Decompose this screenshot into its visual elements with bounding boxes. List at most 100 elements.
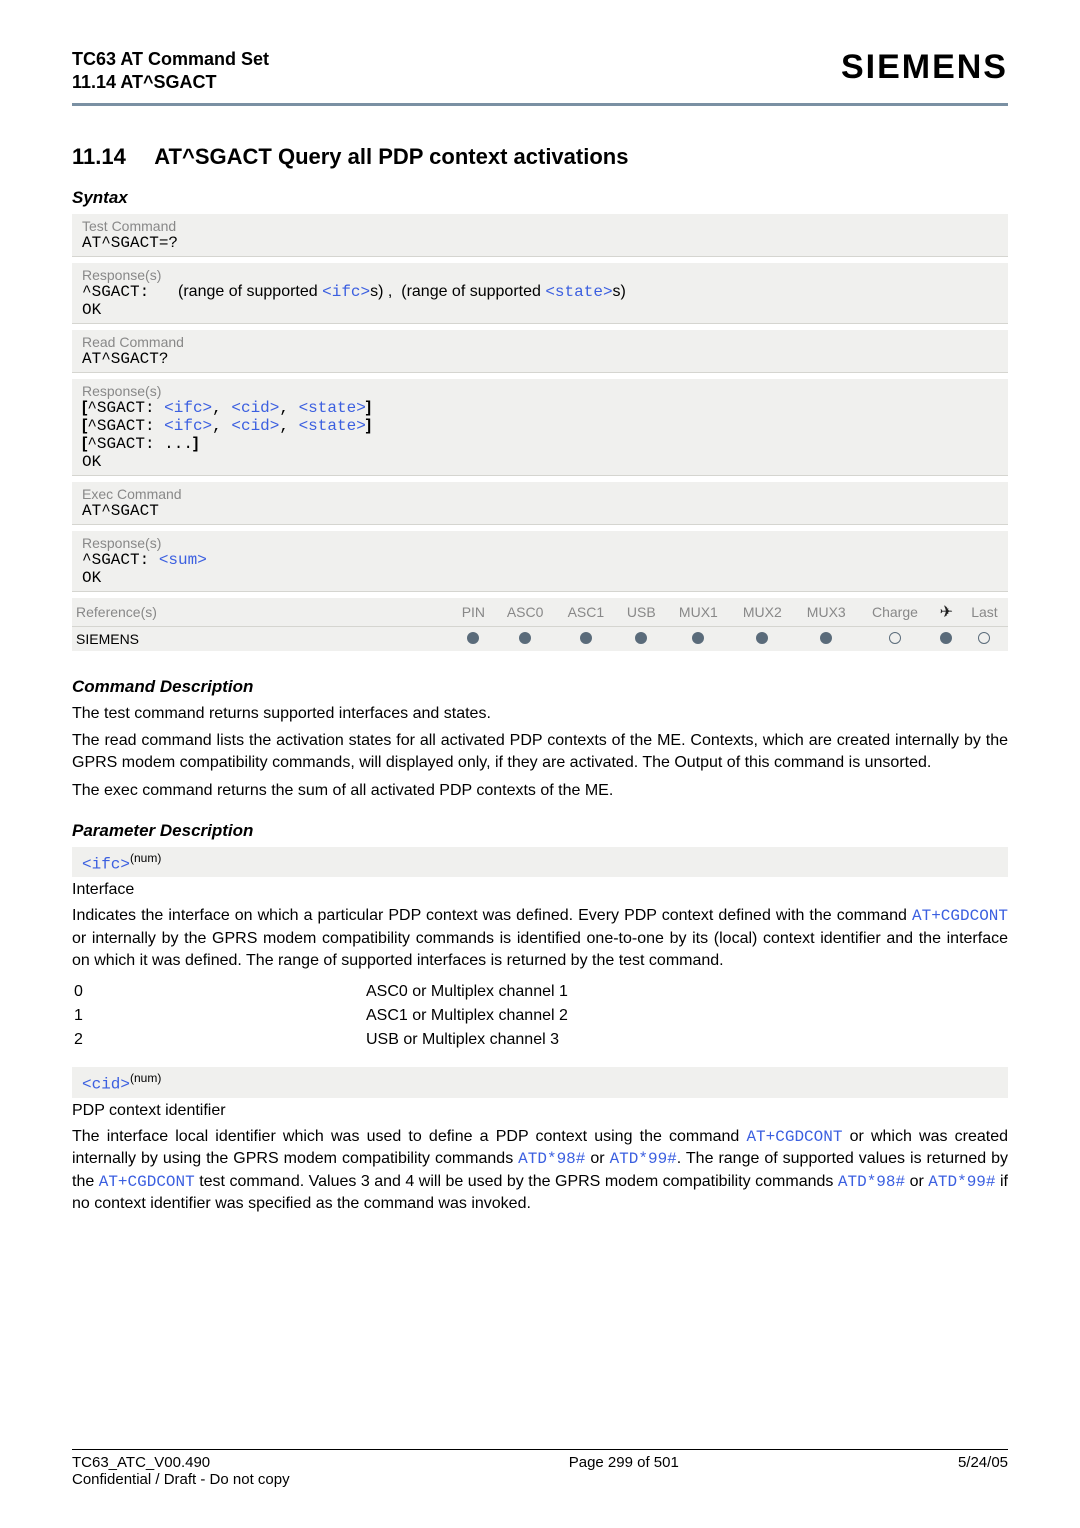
command-description-p1: The test command returns supported inter… [72,703,1008,725]
exec-command: AT^SGACT [82,502,998,520]
label-test-command: Test Command [82,218,998,234]
dot-empty-icon [889,632,901,644]
dot-usb [616,626,666,651]
dot-asc1 [555,626,616,651]
arrow-right-icon: ✈ [940,602,953,622]
link-cid-2[interactable]: <cid> [231,417,279,435]
siemens-logo: SIEMENS [841,48,1008,87]
test-command: AT^SGACT=? [82,234,998,252]
colhead-last: Last [961,598,1008,627]
colhead-asc1: ASC1 [555,598,616,627]
colhead-usb: USB [616,598,666,627]
dot-mux2 [730,626,794,651]
dot-arrow [932,626,961,651]
exec-command-block: Exec Command AT^SGACT [72,482,1008,525]
read-command: AT^SGACT? [82,350,998,368]
parameter-description-heading: Parameter Description [72,821,1008,841]
param-ifc-values: 0ASC0 or Multiplex channel 1 1ASC1 or Mu… [72,979,570,1053]
label-read-command: Read Command [82,334,998,350]
param-cid-tag: <cid>(num) [72,1067,1008,1097]
dot-asc0 [495,626,556,651]
colhead-mux1: MUX1 [666,598,730,627]
dot-mux1 [666,626,730,651]
command-description-heading: Command Description [72,677,1008,697]
command-description-p3: The exec command returns the sum of all … [72,780,1008,802]
footer-date: 5/24/05 [958,1454,1008,1488]
test-command-block: Test Command AT^SGACT=? [72,214,1008,257]
colhead-pin: PIN [452,598,495,627]
link-cgdcont-2[interactable]: AT+CGDCONT [746,1128,842,1146]
footer-docid: TC63_ATC_V00.490 [72,1454,290,1471]
dot-filled-icon [940,632,952,644]
table-row: 0ASC0 or Multiplex channel 1 [74,981,568,1003]
link-sum[interactable]: <sum> [159,551,207,569]
link-ifc[interactable]: <ifc> [322,283,370,301]
link-atd99[interactable]: ATD*99# [610,1150,677,1168]
label-responses-3: Response(s) [82,535,998,551]
read-response-line2: [^SGACT: <ifc>, <cid>, <state>] [82,417,998,435]
dot-filled-icon [820,632,832,644]
dot-filled-icon [756,632,768,644]
command-description-p2: The read command lists the activation st… [72,730,1008,773]
link-state[interactable]: <state> [545,283,612,301]
label-responses: Response(s) [82,267,998,283]
dot-empty-icon [978,632,990,644]
dot-charge [858,626,932,651]
exec-response-line: ^SGACT: <sum> [82,551,998,569]
link-state-2[interactable]: <state> [299,399,366,417]
reference-name: SIEMENS [72,626,452,651]
read-response-dots: [^SGACT: ...] [82,435,998,453]
read-response-block: Response(s) [^SGACT: <ifc>, <cid>, <stat… [72,379,1008,476]
test-response-ok: OK [82,301,998,319]
table-row: 2USB or Multiplex channel 3 [74,1029,568,1051]
section-number: 11.14 [72,144,126,170]
dot-mux3 [794,626,858,651]
link-cid[interactable]: <cid> [231,399,279,417]
exec-response-ok: OK [82,569,998,587]
page-footer: TC63_ATC_V00.490 Confidential / Draft - … [72,1449,1008,1488]
link-cgdcont[interactable]: AT+CGDCONT [912,907,1008,925]
label-references: Reference(s) [72,598,452,627]
dot-last [961,626,1008,651]
dot-filled-icon [519,632,531,644]
footer-confidential: Confidential / Draft - Do not copy [72,1471,290,1488]
link-state-3[interactable]: <state> [299,417,366,435]
page-header: TC63 AT Command Set 11.14 AT^SGACT SIEME… [72,48,1008,95]
dot-filled-icon [467,632,479,644]
param-ifc-desc: Indicates the interface on which a parti… [72,905,1008,971]
link-ifc-3[interactable]: <ifc> [164,417,212,435]
table-row: 1ASC1 or Multiplex channel 2 [74,1005,568,1027]
section-title: AT^SGACT Query all PDP context activatio… [154,144,628,170]
link-cgdcont-3[interactable]: AT+CGDCONT [99,1173,195,1191]
test-response-block: Response(s) ^SGACT: (range of supported … [72,263,1008,324]
param-ifc-tag: <ifc>(num) [72,847,1008,877]
colhead-asc0: ASC0 [495,598,556,627]
read-response-ok: OK [82,453,998,471]
label-exec-command: Exec Command [82,486,998,502]
label-responses-2: Response(s) [82,383,998,399]
doc-title: TC63 AT Command Set [72,48,269,71]
colhead-arrow: ✈ [932,598,961,627]
test-response-line: ^SGACT: (range of supported <ifc>s) , (r… [82,283,998,301]
exec-response-block: Response(s) ^SGACT: <sum> OK [72,531,1008,592]
read-response-line1: [^SGACT: <ifc>, <cid>, <state>] [82,399,998,417]
dot-filled-icon [635,632,647,644]
link-atd98[interactable]: ATD*98# [518,1150,585,1168]
param-cid-desc: The interface local identifier which was… [72,1126,1008,1215]
colhead-mux2: MUX2 [730,598,794,627]
syntax-heading: Syntax [72,188,1008,208]
link-atd98-2[interactable]: ATD*98# [838,1173,905,1191]
link-atd99-2[interactable]: ATD*99# [928,1173,995,1191]
param-cid-label: PDP context identifier [72,1102,1008,1120]
section-heading: 11.14 AT^SGACT Query all PDP context act… [72,144,1008,170]
colhead-mux3: MUX3 [794,598,858,627]
param-ifc-label: Interface [72,881,1008,899]
footer-page-number: Page 299 of 501 [290,1454,958,1488]
read-command-block: Read Command AT^SGACT? [72,330,1008,373]
dot-filled-icon [580,632,592,644]
colhead-charge: Charge [858,598,932,627]
doc-subtitle: 11.14 AT^SGACT [72,71,269,94]
header-divider [72,103,1008,106]
dot-filled-icon [692,632,704,644]
link-ifc-2[interactable]: <ifc> [164,399,212,417]
